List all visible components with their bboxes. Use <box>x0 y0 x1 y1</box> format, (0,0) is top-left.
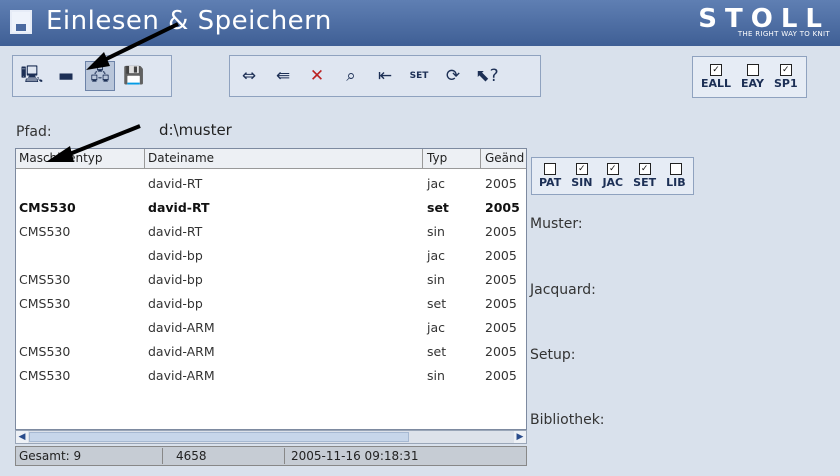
checkbox[interactable]: ✓ <box>638 163 651 175</box>
column-header-machine[interactable]: Maschinentyp <box>19 151 103 165</box>
delete-icon[interactable]: ✕ <box>302 61 332 91</box>
filetype-filter-group: PAT ✓ SIN ✓ JAC ✓ SET LIB <box>531 157 694 195</box>
status-datetime: 2005-11-16 09:18:31 <box>291 449 419 463</box>
drive-toolbar: 🖳 ▬ 🖧 💾 <box>12 55 172 97</box>
table-row[interactable]: david-bp jac 2005 <box>16 243 526 267</box>
path-value[interactable]: d:\muster <box>159 121 232 139</box>
filter-pat[interactable]: PAT <box>534 158 566 194</box>
load-left-icon[interactable]: ⇚ <box>268 61 298 91</box>
checkbox[interactable]: ✓ <box>710 64 723 76</box>
column-header-date[interactable]: Geänd <box>485 151 524 165</box>
checkbox[interactable] <box>746 64 759 76</box>
filter-jac[interactable]: ✓ JAC <box>597 158 628 194</box>
brand-logo: STOLL THE RIGHT WAY TO KNIT <box>698 4 830 38</box>
filter-eay[interactable]: EAY <box>736 57 769 97</box>
jacquard-label: Jacquard: <box>530 282 596 298</box>
table-row[interactable]: CMS530 david-ARM set 2005 <box>16 339 526 363</box>
table-header: Maschinentyp Dateiname Typ Geänd <box>16 149 526 169</box>
checkbox[interactable]: ✓ <box>575 163 588 175</box>
status-size: 4658 <box>176 449 207 463</box>
machine-filter-group: ✓ EALL EAY ✓ SP1 <box>692 56 807 98</box>
save-to-disk-icon[interactable]: 💾 <box>119 61 149 91</box>
page-title: Einlesen & Speichern <box>46 6 332 36</box>
refresh-icon[interactable]: ⟳ <box>438 61 468 91</box>
muster-label: Muster: <box>530 216 583 232</box>
scrollbar-thumb[interactable] <box>29 432 409 442</box>
table-row[interactable]: david-RT jac 2005 <box>16 171 526 195</box>
help-icon[interactable]: ⬉? <box>472 61 502 91</box>
status-total: Gesamt: 9 <box>19 449 82 463</box>
checkbox[interactable] <box>544 163 557 175</box>
file-action-toolbar: ⇔ ⇚ ✕ ⌕ ⇤ SET ⟳ ⬉? <box>229 55 541 97</box>
computer-icon[interactable]: 🖳 <box>17 61 47 91</box>
horizontal-scrollbar[interactable]: ◀ ▶ <box>15 430 527 444</box>
table-row[interactable]: CMS530 david-RT sin 2005 <box>16 219 526 243</box>
filter-set[interactable]: ✓ SET <box>628 158 661 194</box>
table-row[interactable]: CMS530 david-ARM sin 2005 <box>16 363 526 387</box>
column-header-file[interactable]: Dateiname <box>148 151 214 165</box>
path-label: Pfad: <box>16 124 52 140</box>
table-row[interactable]: david-ARM jac 2005 <box>16 315 526 339</box>
table-row[interactable]: CMS530 david-bp set 2005 <box>16 291 526 315</box>
drive-icon[interactable]: ▬ <box>51 61 81 91</box>
filter-sin[interactable]: ✓ SIN <box>566 158 597 194</box>
checkbox[interactable]: ✓ <box>606 163 619 175</box>
column-header-type[interactable]: Typ <box>427 151 447 165</box>
filter-eall[interactable]: ✓ EALL <box>696 57 736 97</box>
title-bar: Einlesen & Speichern STOLL THE RIGHT WAY… <box>0 0 840 46</box>
table-row[interactable]: CMS530 david-bp sin 2005 <box>16 267 526 291</box>
network-drive-icon[interactable]: 🖧 <box>85 61 115 91</box>
set-edit-icon[interactable]: SET <box>404 61 434 91</box>
scroll-right-icon[interactable]: ▶ <box>514 431 526 443</box>
scroll-left-icon[interactable]: ◀ <box>16 431 28 443</box>
setup-label: Setup: <box>530 347 576 363</box>
table-row[interactable]: CMS530 david-RT set 2005 <box>16 195 526 219</box>
filter-lib[interactable]: LIB <box>661 158 691 194</box>
file-table[interactable]: Maschinentyp Dateiname Typ Geänd david-R… <box>15 148 527 430</box>
checkbox[interactable]: ✓ <box>779 64 792 76</box>
bibliothek-label: Bibliothek: <box>530 412 605 428</box>
app-window-icon <box>10 10 32 34</box>
checkbox[interactable] <box>669 163 682 175</box>
load-icon[interactable]: ⇔ <box>234 61 264 91</box>
search-icon[interactable]: ⌕ <box>336 61 366 91</box>
filter-sp1[interactable]: ✓ SP1 <box>769 57 803 97</box>
import-icon[interactable]: ⇤ <box>370 61 400 91</box>
status-bar: Gesamt: 9 4658 2005-11-16 09:18:31 <box>15 446 527 466</box>
